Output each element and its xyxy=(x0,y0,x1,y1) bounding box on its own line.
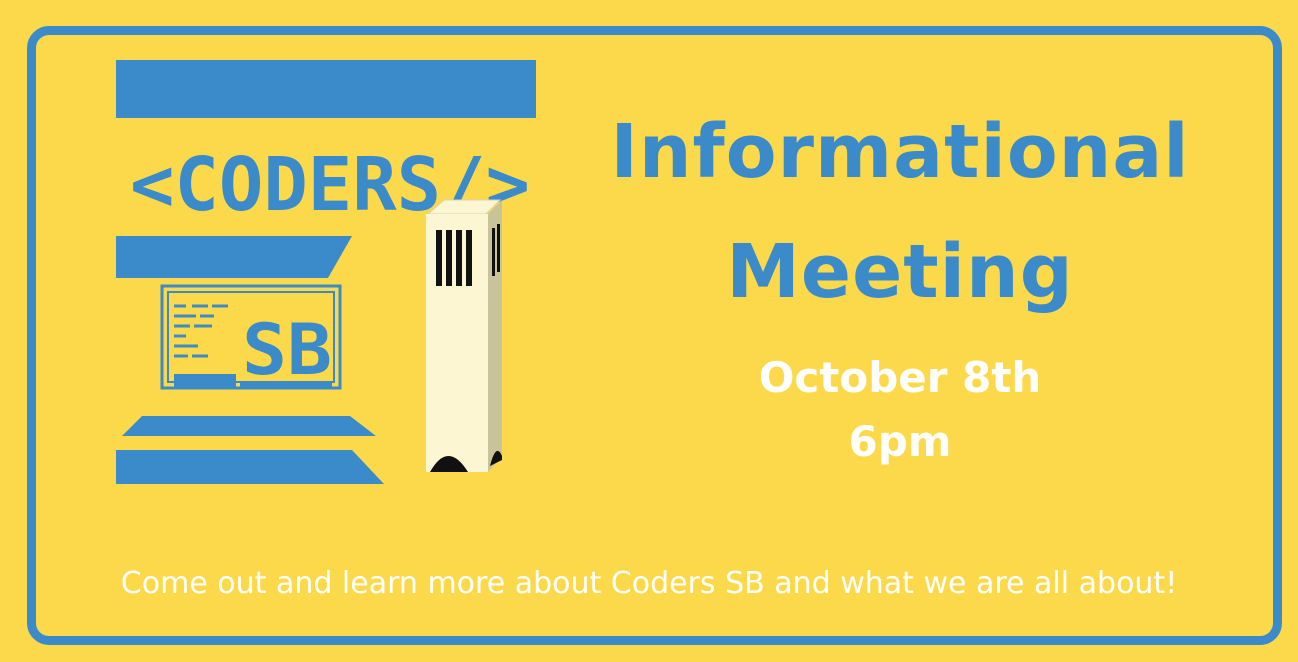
logo-middle-bar xyxy=(116,236,352,278)
event-datetime: October 8th 6pm xyxy=(575,346,1225,474)
logo-bottom-bar xyxy=(116,450,384,484)
logo-sub-mark: SB xyxy=(242,309,332,391)
event-title: Informational Meeting xyxy=(575,92,1225,332)
event-description: Come out and learn more about Coders SB … xyxy=(120,566,1178,601)
logo-keyboard-bar xyxy=(122,416,376,436)
coders-sb-logo: <CODERS/> SB xyxy=(116,60,536,484)
event-time: 6pm xyxy=(848,417,952,466)
event-date: October 8th xyxy=(758,353,1042,402)
event-title-line-2: Meeting xyxy=(726,229,1074,315)
logo-top-bar xyxy=(116,60,536,118)
event-title-line-1: Informational xyxy=(610,109,1190,195)
storke-tower-icon xyxy=(426,199,502,472)
